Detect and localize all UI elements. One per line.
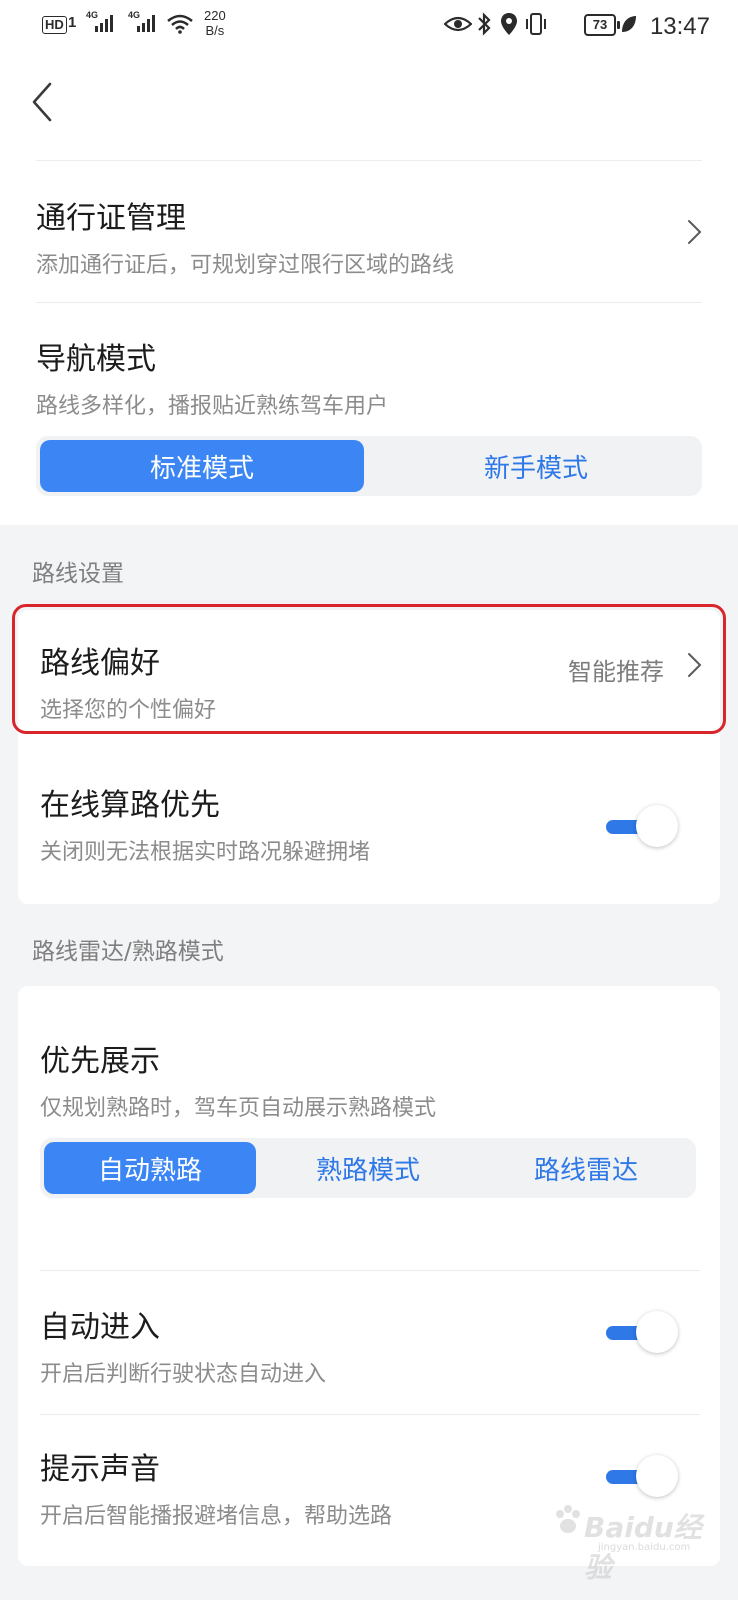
chevron-right-icon xyxy=(688,220,702,244)
signal-2-icon xyxy=(137,15,155,32)
sim-indicator: 1 xyxy=(68,14,77,31)
section-label-radar: 路线雷达/熟路模式 xyxy=(32,939,224,965)
pass-management-row[interactable]: 通行证管理 添加通行证后，可规划穿过限行区域的路线 xyxy=(0,161,738,301)
nav-mode-option-standard[interactable]: 标准模式 xyxy=(40,440,364,492)
hd-indicator: HD xyxy=(42,16,67,34)
baidu-watermark: Baidu经验 jingyan.baidu.com xyxy=(554,1498,704,1584)
toggle-knob xyxy=(636,805,678,847)
priority-option-auto[interactable]: 自动熟路 xyxy=(44,1142,256,1194)
toggle-knob xyxy=(636,1311,678,1353)
online-routing-subtitle: 关闭则无法根据实时路况躲避拥堵 xyxy=(40,840,371,865)
auto-enter-subtitle: 开启后判断行驶状态自动进入 xyxy=(40,1362,327,1387)
back-button[interactable] xyxy=(28,80,68,124)
paw-icon xyxy=(556,1505,580,1533)
sound-subtitle: 开启后智能播报避堵信息，帮助选路 xyxy=(40,1504,393,1529)
priority-option-familiar-mode[interactable]: 熟路模式 xyxy=(262,1142,474,1194)
divider xyxy=(40,1270,700,1271)
nav-mode-option-beginner[interactable]: 新手模式 xyxy=(374,440,698,492)
vibrate-icon xyxy=(526,13,546,35)
nav-mode-segmented-control: 标准模式 新手模式 xyxy=(36,436,702,496)
priority-display-subtitle: 仅规划熟路时，驾车页自动展示熟路模式 xyxy=(40,1096,437,1121)
divider xyxy=(40,1414,700,1415)
network-speed: 220 B/s xyxy=(204,8,226,38)
nav-mode-subtitle: 路线多样化，播报贴近熟练驾车用户 xyxy=(36,394,389,419)
sound-toggle[interactable] xyxy=(604,1454,684,1500)
auto-enter-toggle[interactable] xyxy=(604,1310,684,1356)
priority-display-title: 优先展示 xyxy=(40,1044,160,1079)
priority-display-segmented-control: 自动熟路 熟路模式 路线雷达 xyxy=(40,1138,696,1198)
pass-management-subtitle: 添加通行证后，可规划穿过限行区域的路线 xyxy=(36,253,455,278)
online-routing-toggle[interactable] xyxy=(604,804,684,850)
online-routing-title: 在线算路优先 xyxy=(40,788,220,823)
section-label-route-settings: 路线设置 xyxy=(32,561,124,587)
status-bar: HD 1 4G 4G 220 B/s 73 13:47 xyxy=(0,0,738,52)
divider xyxy=(36,302,702,303)
leaf-icon xyxy=(622,16,636,32)
bluetooth-icon xyxy=(478,12,491,36)
highlight-box xyxy=(12,604,726,734)
sound-title: 提示声音 xyxy=(40,1452,160,1487)
auto-enter-title: 自动进入 xyxy=(40,1310,160,1345)
watermark-url: jingyan.baidu.com xyxy=(598,1542,691,1553)
speed-value: 220 xyxy=(204,8,226,23)
battery-icon: 73 xyxy=(584,14,620,36)
pass-management-title: 通行证管理 xyxy=(36,201,186,236)
nav-mode-title: 导航模式 xyxy=(36,342,156,377)
radar-settings-card: 优先展示 仅规划熟路时，驾车页自动展示熟路模式 自动熟路 熟路模式 路线雷达 自… xyxy=(18,986,720,1566)
signal-1-icon xyxy=(95,15,113,32)
speed-unit: B/s xyxy=(205,23,225,38)
priority-option-route-radar[interactable]: 路线雷达 xyxy=(480,1142,692,1194)
eye-icon xyxy=(444,16,472,32)
wifi-icon xyxy=(167,14,193,34)
clock: 13:47 xyxy=(649,13,710,40)
chevron-left-icon xyxy=(32,82,52,122)
location-icon xyxy=(501,13,517,35)
toggle-knob xyxy=(636,1455,678,1497)
